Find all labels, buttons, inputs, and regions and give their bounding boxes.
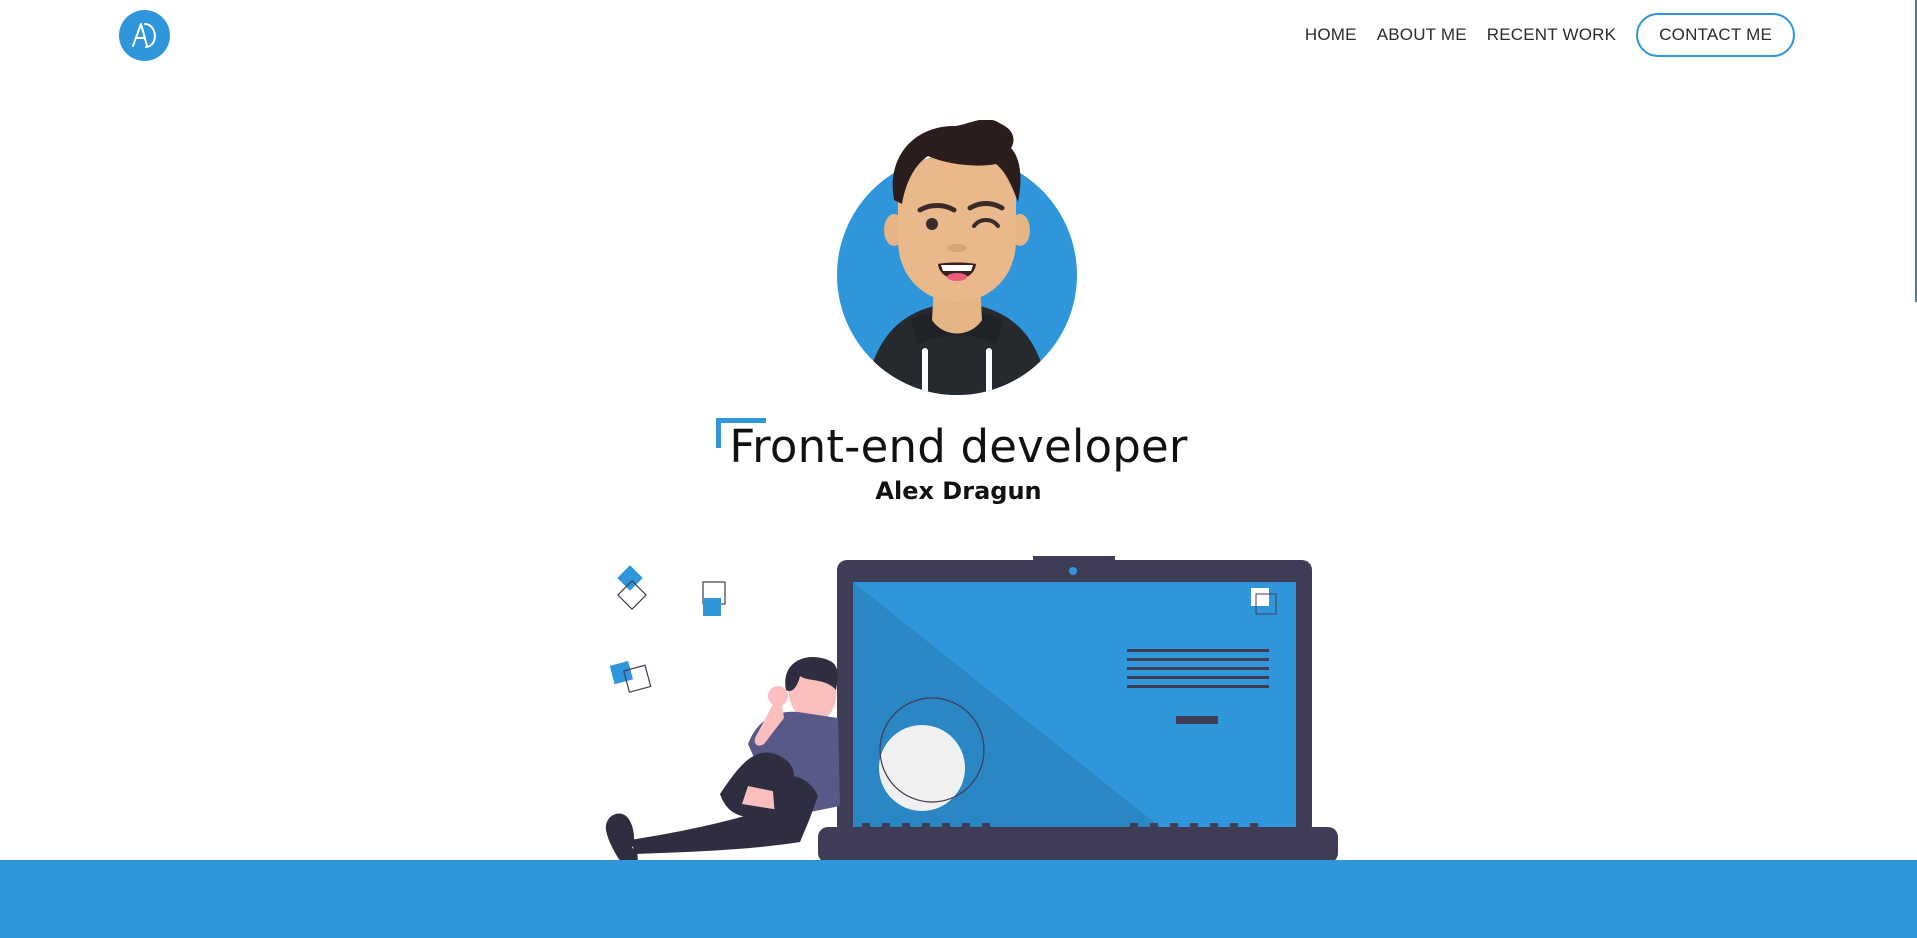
nav-about-link[interactable]: ABOUT ME (1377, 25, 1467, 45)
footer-band (0, 860, 1917, 938)
ad-logo-icon (132, 23, 156, 48)
hero-illustration (570, 550, 1340, 875)
nav-recent-work-link[interactable]: RECENT WORK (1487, 25, 1616, 45)
hero-subtitle: Alex Dragun (875, 477, 1042, 505)
page: HOME ABOUT ME RECENT WORK CONTACT ME Fro… (0, 0, 1917, 938)
logo[interactable] (119, 10, 170, 61)
developer-avatar (837, 120, 1077, 395)
title-corner-accent (716, 418, 767, 448)
hero-title-wrap: Front-end developer (0, 418, 1917, 473)
main-nav: HOME ABOUT ME RECENT WORK CONTACT ME (1305, 13, 1795, 57)
contact-me-button[interactable]: CONTACT ME (1636, 13, 1795, 57)
person-laptop-illustration (605, 556, 1338, 874)
hero-title: Front-end developer (716, 418, 1188, 473)
hero-subtitle-wrap: Alex Dragun (0, 477, 1917, 505)
avatar (836, 120, 1078, 398)
hero-title-text: Front-end developer (729, 420, 1188, 473)
nav-home-link[interactable]: HOME (1305, 25, 1357, 45)
